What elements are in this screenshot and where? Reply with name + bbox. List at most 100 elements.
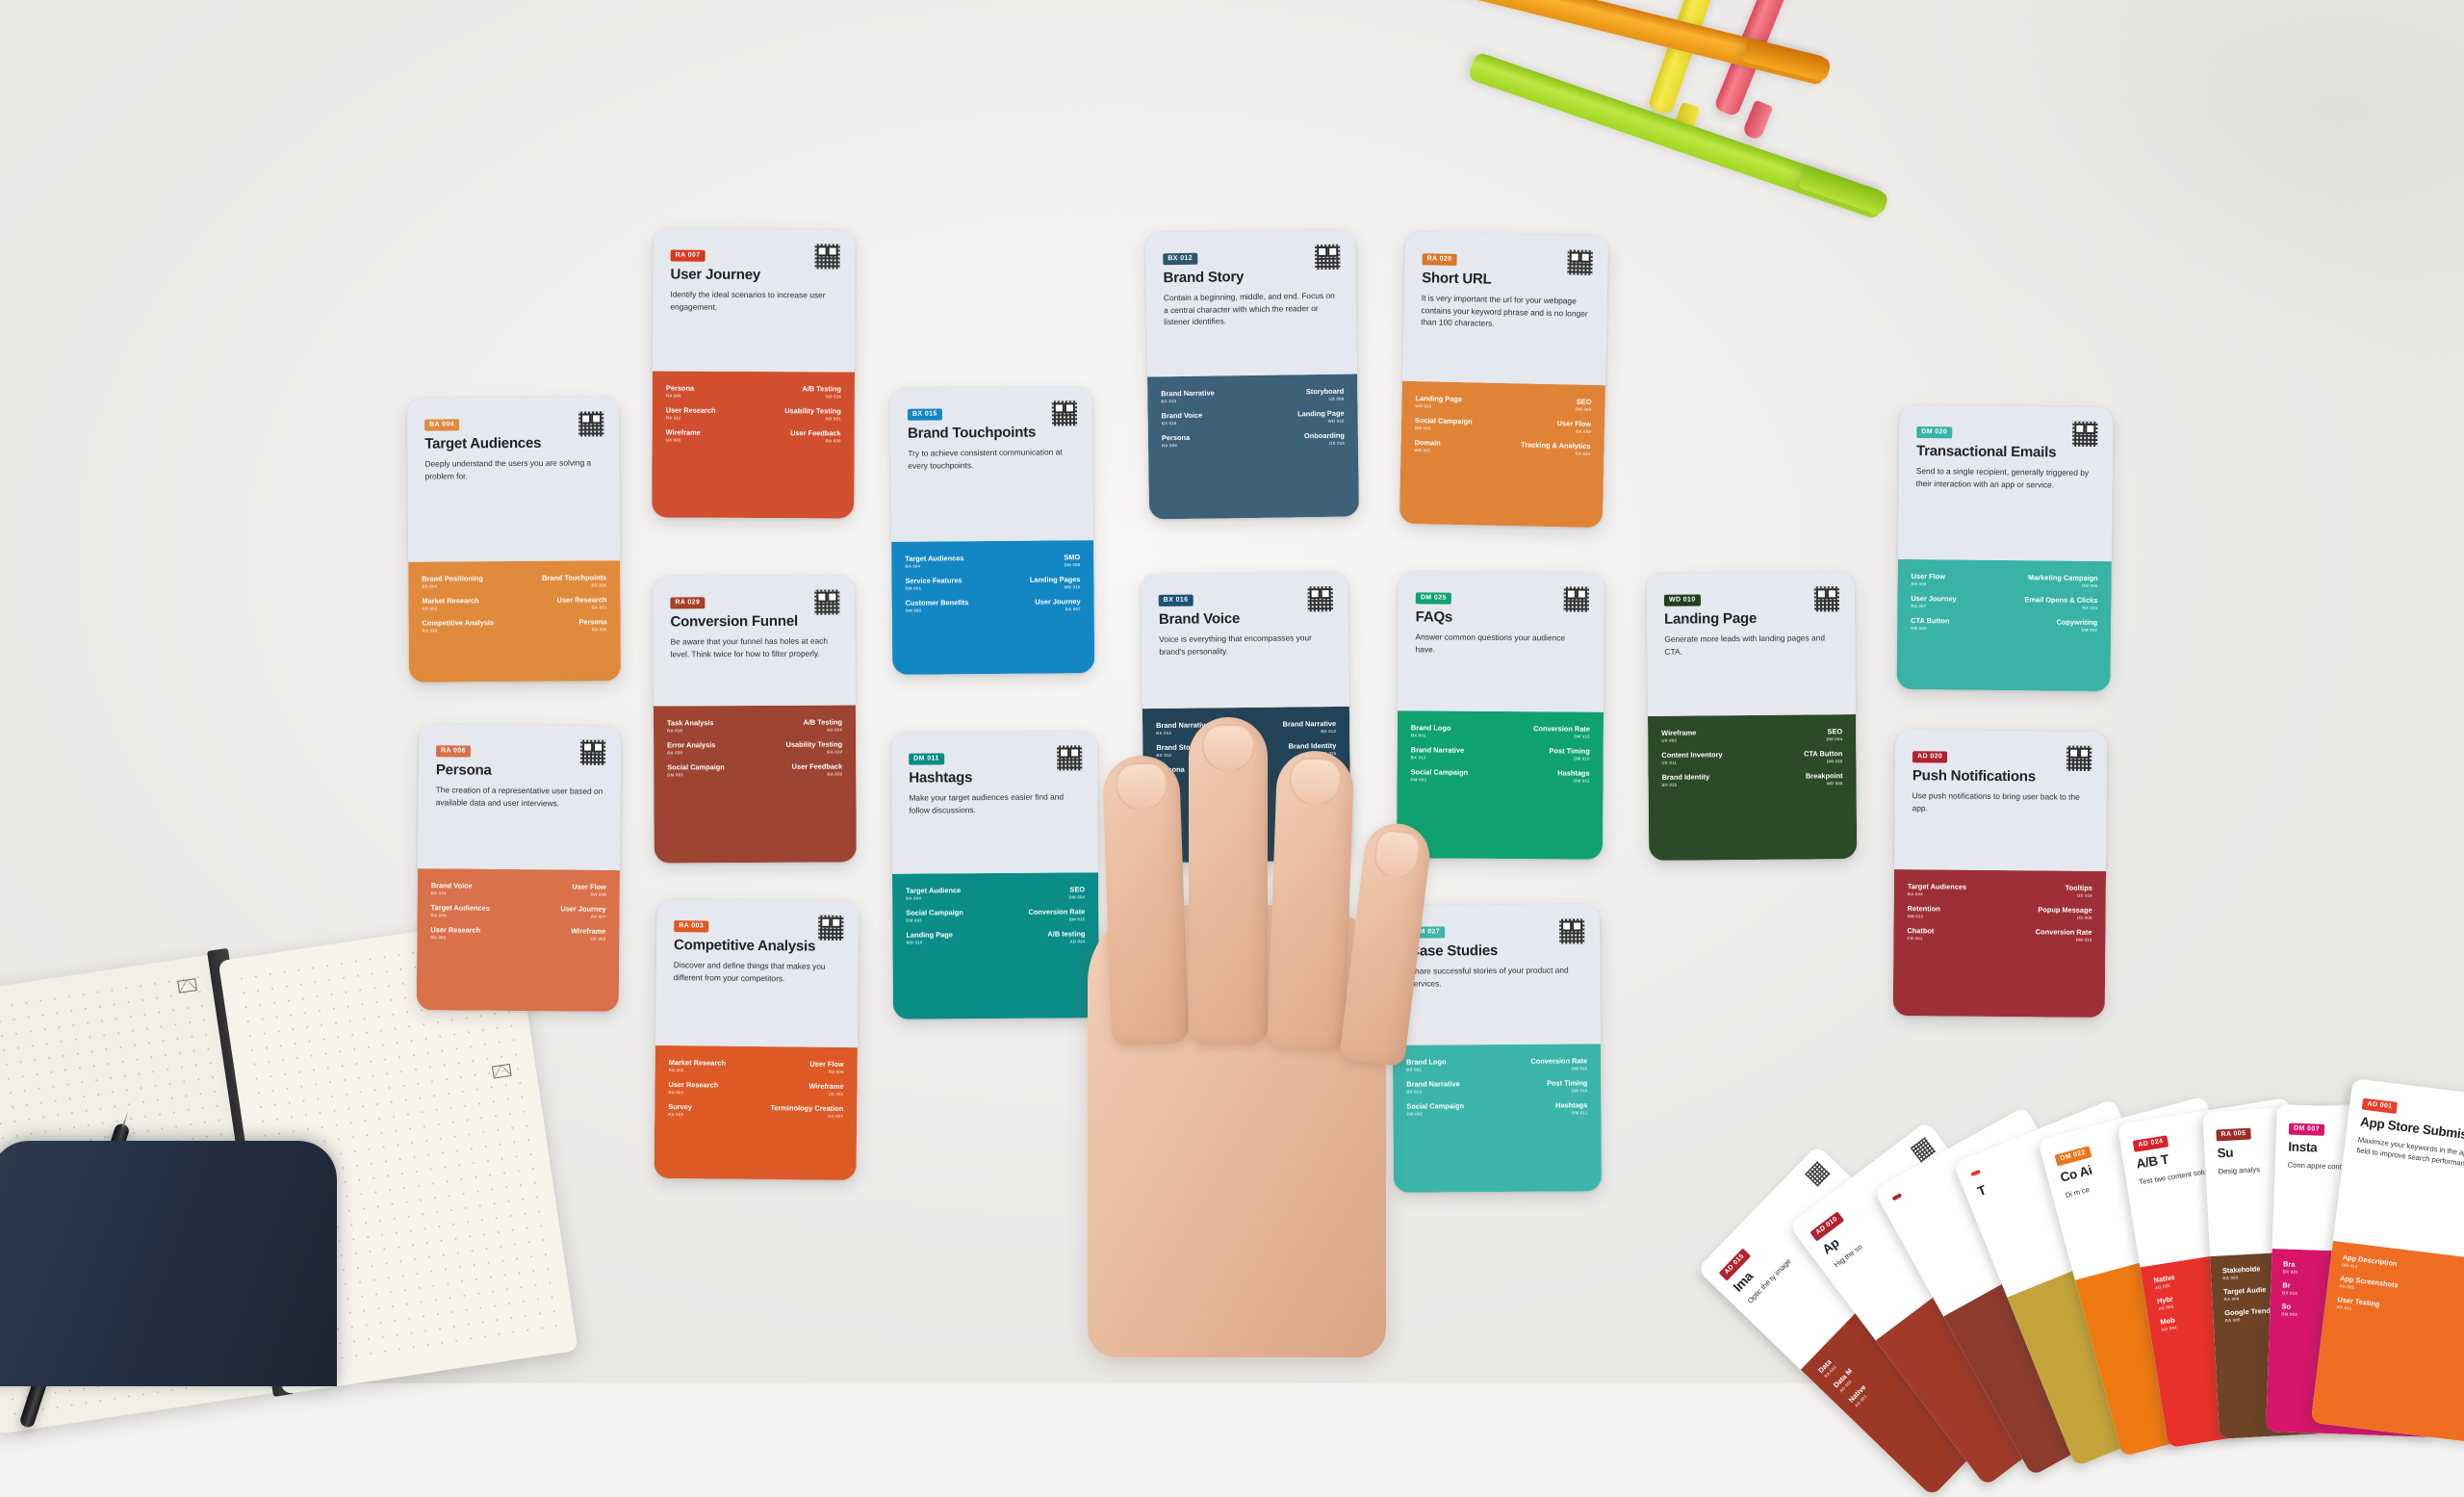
link-code: BA 004 (906, 895, 922, 901)
card-conversion-funnel[interactable]: RA 029 Conversion Funnel Be aware that y… (653, 575, 857, 864)
card-competitive-analysis[interactable]: RA 003 Competitive Analysis Discover and… (654, 898, 860, 1181)
link-code: DM 015 (1574, 734, 1590, 739)
link-label[interactable]: Popup Message (2038, 905, 2092, 914)
link-code: RA 001 (430, 935, 447, 941)
link-label[interactable]: Social Campaign (906, 908, 963, 916)
link-label[interactable]: Survey (668, 1102, 692, 1111)
link-label[interactable]: User Flow (572, 882, 605, 890)
link-label[interactable]: SEO (1577, 398, 1592, 406)
link-row: User Research RA 011 Usability Testing AD … (666, 406, 841, 422)
link-label[interactable]: User Feedback (792, 762, 843, 771)
link-label[interactable]: Target Audiences (1908, 882, 1966, 891)
link-label[interactable]: Conversion Rate (2036, 927, 2092, 937)
link-label[interactable]: User Flow (1912, 572, 1945, 581)
card-user-journey[interactable]: RA 007 User Journey Identify the ideal s… (652, 228, 856, 519)
link-label[interactable]: Copywriting (2056, 618, 2097, 627)
link-label[interactable]: Hashtags (1557, 769, 1589, 778)
link-row: CTA Button DM 020 Copywriting DM 002 (1911, 616, 2097, 632)
link-label[interactable]: CTA Button (1804, 749, 1842, 758)
link-label[interactable]: Brand Touchpoints (542, 573, 606, 581)
link-label[interactable]: Landing Page (1297, 409, 1345, 419)
link-label[interactable]: Brand Identity (1662, 772, 1710, 781)
link-label[interactable]: Tracking & Analytics (1521, 440, 1591, 451)
link-label[interactable]: Brand Voice (431, 881, 473, 890)
card-code-badge: RA 005 (2216, 1127, 2251, 1142)
link-label[interactable]: Post Timing (1550, 746, 1590, 755)
card-push-notifications[interactable]: AD 020 Push Notifications Use push notif… (1892, 730, 2108, 1018)
link-label[interactable]: Social Campaign (1415, 416, 1473, 426)
link-row: Retention DM 013 Popup Message UX 009 (1908, 904, 2092, 920)
card-deck-fan[interactable]: AD 015 Ima Optic the ty image Data RA 022… (1696, 1078, 2464, 1497)
link-label[interactable]: Market Research (669, 1058, 726, 1068)
link-label[interactable]: Market Research (422, 596, 478, 605)
link-label[interactable]: Storyboard (1306, 387, 1345, 397)
link-label[interactable]: Wireframe (1661, 729, 1696, 737)
link-label[interactable]: Target Audiences (905, 554, 963, 563)
link-label[interactable]: SEO (1827, 727, 1842, 736)
link-label[interactable]: Landing Page (906, 930, 953, 939)
link-label[interactable]: User Research (430, 925, 480, 934)
link-label[interactable]: Brand Voice (1162, 411, 1203, 421)
link-label[interactable]: Usability Testing (786, 740, 843, 749)
link-label[interactable]: Task Analysis (667, 718, 714, 727)
card-transactional-emails[interactable]: DM 020 Transactional Emails Send to a si… (1896, 404, 2114, 692)
link-label[interactable]: Wireframe (571, 927, 605, 936)
link-label[interactable]: Conversion Rate (1530, 1056, 1587, 1065)
link-label[interactable]: Landing Page (1415, 394, 1462, 403)
link-label[interactable]: Brand Narrative (1161, 389, 1215, 399)
link-label[interactable]: Domain (1415, 438, 1441, 448)
link-label[interactable]: Error Analysis (667, 740, 715, 749)
link-label[interactable]: Tooltips (2066, 884, 2092, 892)
card-short-url[interactable]: RA 020 Short URL It is very important th… (1399, 231, 1609, 529)
link-label[interactable]: Usability Testing (784, 406, 841, 415)
link-label[interactable]: Competitive Analysis (423, 618, 495, 628)
link-label[interactable]: Landing Pages (1030, 575, 1081, 583)
link-label[interactable]: User Journey (1035, 597, 1080, 606)
link-code: RA 006 (591, 627, 607, 632)
link-label[interactable]: A/B Testing (803, 718, 842, 727)
link-label[interactable]: User Research (666, 406, 716, 415)
link-label[interactable]: Email Opens & Clicks (2024, 595, 2097, 605)
link-label[interactable]: Content Inventory (1661, 750, 1722, 760)
qr-code-icon (1813, 586, 1840, 612)
link-label[interactable]: Brand Positioning (422, 574, 483, 582)
link-label[interactable]: Onboarding (1304, 431, 1345, 441)
card-brand-touchpoints[interactable]: BX 015 Brand Touchpoints Try to achieve … (889, 386, 1095, 675)
link-label[interactable]: User Research (557, 595, 607, 604)
link-label[interactable]: Persona (578, 617, 606, 626)
link-label[interactable]: User Journey (1911, 594, 1956, 603)
card-persona[interactable]: RA 006 Persona The creation of a represe… (416, 724, 622, 1012)
link-label[interactable]: Wireframe (666, 428, 701, 437)
link-label[interactable]: Customer Benefits (906, 598, 969, 607)
link-code: RA 007 (1911, 603, 1927, 608)
link-label[interactable]: Service Features (905, 576, 962, 585)
card-code-badge: BX 016 (1158, 594, 1194, 607)
card-landing-page[interactable]: WD 010 Landing Page Generate more leads … (1646, 572, 1858, 861)
link-label[interactable]: Persona (666, 384, 694, 393)
link-label[interactable]: SMO (1064, 553, 1080, 561)
link-label[interactable]: Wireframe (808, 1082, 843, 1091)
link-label[interactable]: Breakpoint (1806, 771, 1843, 780)
card-links: Brand Positioning BX 004 Brand Touchpoint… (408, 560, 622, 683)
link-label[interactable]: Social Campaign (667, 762, 725, 771)
link-label[interactable]: User Research (668, 1080, 718, 1090)
link-label[interactable]: Persona (1162, 433, 1190, 442)
link-label[interactable]: Target Audience (906, 886, 961, 894)
link-label[interactable]: User Feedback (790, 428, 841, 437)
link-label[interactable]: User Flow (1557, 419, 1592, 428)
link-label[interactable]: Hashtags (1555, 1100, 1587, 1109)
link-label[interactable]: Retention (1908, 904, 1940, 913)
link-label[interactable]: User Flow (809, 1060, 843, 1069)
link-label[interactable]: Marketing Campaign (2028, 573, 2098, 582)
link-label[interactable]: A/B Testing (802, 384, 841, 393)
link-label[interactable]: Post Timing (1547, 1078, 1587, 1087)
card-brand-story[interactable]: BX 012 Brand Story Contain a beginning, … (1144, 229, 1360, 520)
deck-card-links: App DescriptionDM 013 Press KitDM 019 Ap… (2310, 1240, 2464, 1447)
link-label[interactable]: CTA Button (1911, 616, 1949, 625)
link-label[interactable]: Conversion Rate (1533, 724, 1590, 733)
link-label[interactable]: Terminology Creation (770, 1103, 843, 1113)
card-target-audiences[interactable]: BA 004 Target Audiences Deeply understan… (406, 397, 622, 683)
link-label[interactable]: Target Audiences (431, 903, 490, 913)
link-label[interactable]: User Journey (560, 904, 605, 913)
link-label[interactable]: Chatbot (1907, 926, 1934, 935)
